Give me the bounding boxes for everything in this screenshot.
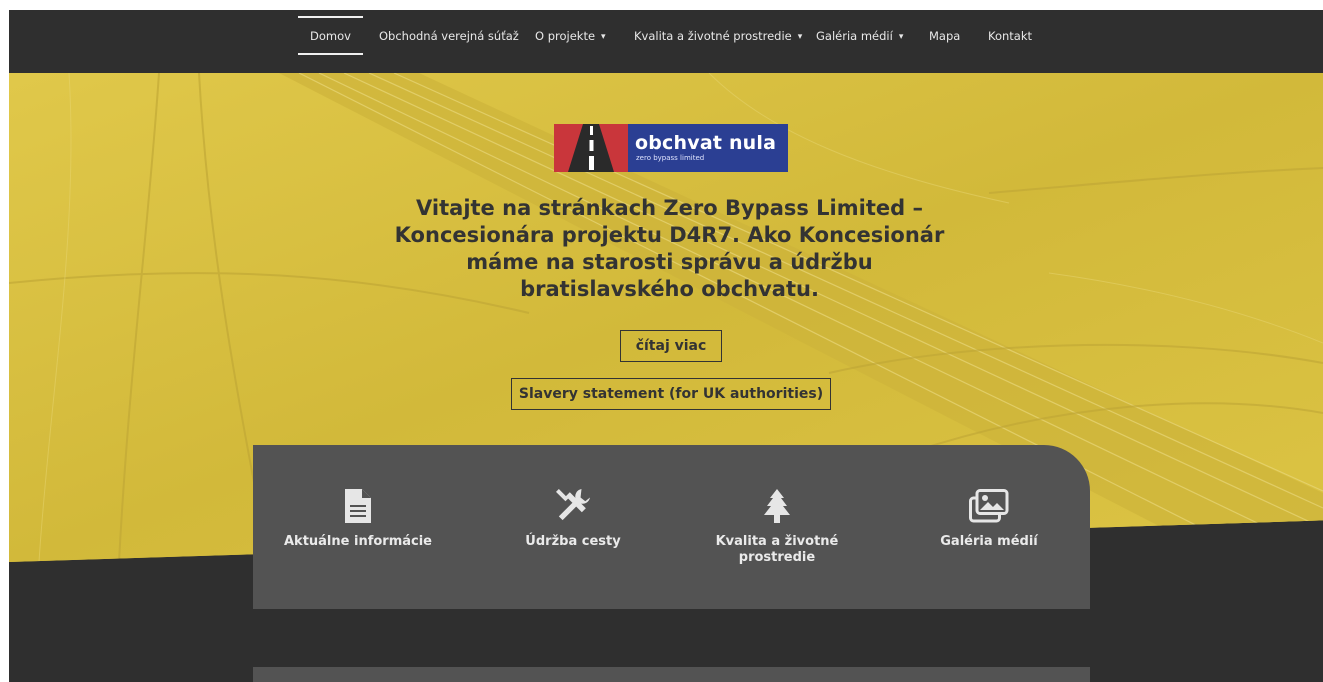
service-aktualne-informacie[interactable]: Aktuálne informácie bbox=[268, 489, 448, 550]
service-label: Údržba cesty bbox=[525, 534, 621, 549]
road-logo-icon bbox=[554, 124, 628, 172]
services-card: Aktuálne informácie Údržba cesty Kvalita… bbox=[253, 445, 1090, 609]
nav-item-mapa[interactable]: Mapa bbox=[929, 27, 960, 45]
chevron-down-icon: ▾ bbox=[898, 32, 904, 42]
chevron-down-icon: ▾ bbox=[601, 32, 606, 42]
content-box bbox=[253, 667, 1090, 682]
nav-item-obchodna-verejna-sutaz[interactable]: Obchodná verejná súťaž bbox=[379, 27, 519, 45]
obchvat-nula-logo[interactable]: obchvat nula zero bypass limited bbox=[554, 124, 788, 172]
nav-item-domov[interactable]: Domov bbox=[298, 16, 363, 55]
service-label: Kvalita a životné prostredie bbox=[715, 534, 839, 565]
tools-icon bbox=[556, 489, 590, 521]
service-label: Galéria médií bbox=[940, 534, 1038, 549]
read-more-button[interactable]: čítaj viac bbox=[620, 330, 722, 362]
main-nav: Domov Obchodná verejná súťaž O projekte ▾… bbox=[9, 10, 1323, 73]
nav-item-galeria[interactable]: Galéria médií ▾ bbox=[816, 27, 903, 45]
service-galeria-medii[interactable]: Galéria médií bbox=[899, 489, 1079, 550]
gallery-icon bbox=[969, 489, 1009, 523]
service-kvalita-zivotne-prostredie[interactable]: Kvalita a životné prostredie bbox=[687, 489, 867, 566]
service-udrzba-cesty[interactable]: Údržba cesty bbox=[483, 489, 663, 550]
service-label: Aktuálne informácie bbox=[283, 534, 432, 549]
chevron-down-icon: ▾ bbox=[797, 32, 803, 42]
logo-subtitle: zero bypass limited bbox=[636, 154, 705, 162]
hero-welcome-text: Vitajte na stránkach Zero Bypass Limited… bbox=[394, 196, 945, 301]
tree-icon bbox=[764, 489, 790, 523]
nav-item-kontakt[interactable]: Kontakt bbox=[988, 27, 1032, 45]
document-icon bbox=[345, 489, 371, 523]
nav-item-kvalita[interactable]: Kvalita a životné prostredie ▾ bbox=[634, 27, 802, 45]
page-frame: Domov Obchodná verejná súťaž O projekte ▾… bbox=[9, 10, 1323, 682]
nav-item-o-projekte[interactable]: O projekte ▾ bbox=[535, 27, 606, 45]
logo-title: obchvat nula bbox=[635, 132, 777, 154]
slavery-statement-button[interactable]: Slavery statement (for UK authorities) bbox=[511, 378, 831, 410]
